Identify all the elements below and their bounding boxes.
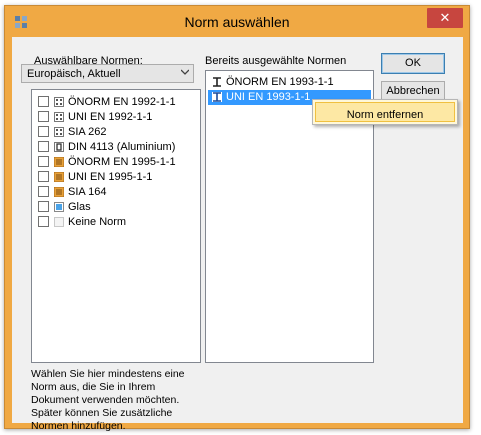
none-icon: [54, 217, 64, 227]
dialog-title: Norm auswählen: [184, 14, 290, 30]
steel-icon: [213, 77, 221, 87]
norm-label: UNI EN 1992-1-1: [68, 111, 153, 123]
list-item[interactable]: ÖNORM EN 1993-1-1: [206, 75, 373, 90]
list-item[interactable]: Glas: [32, 200, 200, 215]
chevron-down-icon: [181, 69, 189, 75]
norm-checkbox[interactable]: [38, 141, 49, 152]
norm-checkbox[interactable]: [38, 96, 49, 107]
list-item[interactable]: UNI EN 1992-1-1: [32, 110, 200, 125]
close-icon: ✕: [439, 10, 451, 25]
menu-item-label: Norm entfernen: [346, 109, 424, 121]
norm-label: Keine Norm: [68, 216, 127, 228]
timber-icon: [54, 172, 64, 182]
norm-checkbox[interactable]: [38, 216, 49, 227]
concrete-icon: [54, 127, 64, 137]
norm-checkbox[interactable]: [38, 156, 49, 167]
norm-label: Glas: [68, 201, 91, 213]
norm-checkbox[interactable]: [38, 126, 49, 137]
norm-label: SIA 164: [68, 186, 107, 198]
norm-filter-dropdown[interactable]: Europäisch, Aktuell: [21, 64, 194, 83]
selected-norms-label: Bereits ausgewählte Normen: [205, 55, 347, 67]
aluminium-icon: [54, 142, 64, 152]
steel-icon: [212, 92, 222, 102]
norm-filter-value: Europäisch, Aktuell: [27, 68, 121, 80]
concrete-icon: [54, 97, 64, 107]
norm-checkbox[interactable]: [38, 201, 49, 212]
glass-icon: [54, 202, 64, 212]
norm-label: DIN 4113 (Aluminium): [68, 141, 176, 153]
concrete-icon: [54, 112, 64, 122]
close-button[interactable]: ✕: [427, 8, 463, 28]
list-item[interactable]: SIA 164: [32, 185, 200, 200]
hint-text: Wählen Sie hier mindestens eine Norm aus…: [31, 368, 185, 432]
norm-label: SIA 262: [68, 126, 107, 138]
norm-label: ÖNORM EN 1995-1-1: [68, 156, 176, 168]
ok-button[interactable]: OK: [381, 53, 445, 74]
list-item[interactable]: ÖNORM EN 1992-1-1: [32, 95, 200, 110]
norm-label: ÖNORM EN 1993-1-1: [226, 76, 334, 88]
menu-item-remove-norm[interactable]: Norm entfernen: [315, 102, 455, 122]
timber-icon: [54, 157, 64, 167]
list-item[interactable]: UNI EN 1995-1-1: [32, 170, 200, 185]
list-item[interactable]: DIN 4113 (Aluminium): [32, 140, 200, 155]
norm-checkbox[interactable]: [38, 111, 49, 122]
context-menu: Norm entfernen: [312, 99, 458, 125]
list-item[interactable]: Keine Norm: [32, 215, 200, 230]
norm-checkbox[interactable]: [38, 186, 49, 197]
norm-label: UNI EN 1993-1-1: [226, 91, 311, 103]
norm-checkbox[interactable]: [38, 171, 49, 182]
timber-icon: [54, 187, 64, 197]
available-norms-list[interactable]: ÖNORM EN 1992-1-1 UNI EN 1992-1-1 SIA 26…: [31, 89, 201, 363]
norm-label: UNI EN 1995-1-1: [68, 171, 153, 183]
list-item[interactable]: ÖNORM EN 1995-1-1: [32, 155, 200, 170]
list-item[interactable]: SIA 262: [32, 125, 200, 140]
title-bar[interactable]: Norm auswählen ✕: [5, 6, 469, 36]
norm-label: ÖNORM EN 1992-1-1: [68, 96, 176, 108]
